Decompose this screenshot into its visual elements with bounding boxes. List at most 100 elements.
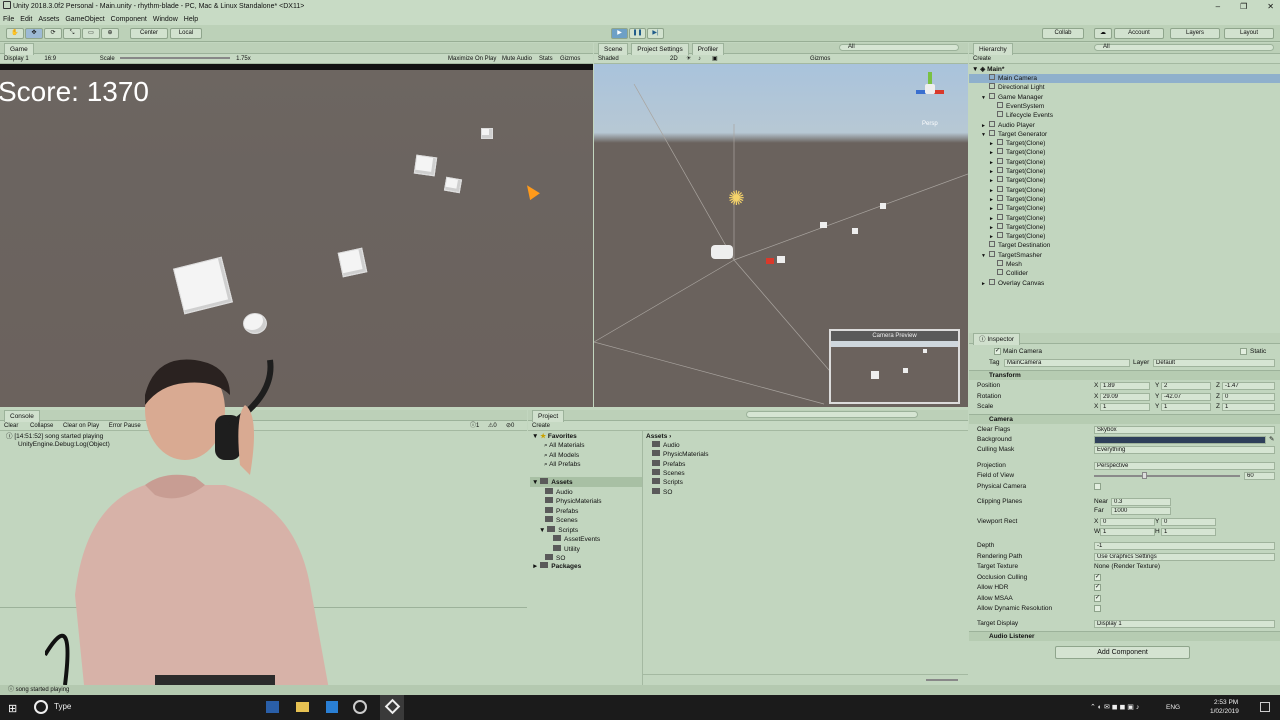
layer-dropdown[interactable]: Default [1153,359,1275,367]
rect-tool-icon[interactable]: ▭ [82,28,100,39]
project-breadcrumb[interactable]: Assets › [646,432,671,441]
scene-root[interactable]: ▼ ◈ Main* [972,65,1004,74]
tag-dropdown[interactable]: MainCamera [1004,359,1130,367]
menu-help[interactable]: Help [184,16,198,23]
taskbar-chrome-icon[interactable] [353,700,367,714]
scene-viewport[interactable]: Persp ✺ Camera Preview [594,64,968,407]
allow-dynamic-resolution-checkbox[interactable] [1094,605,1101,612]
camera-section[interactable]: Camera [969,414,1280,424]
hierarchy-item[interactable]: Directional Light [969,83,1280,92]
game-gizmos-toggle[interactable]: Gizmos [560,54,580,64]
favorite-item[interactable]: ⌕ All Models [544,451,579,460]
lighting-icon[interactable]: ☀ [686,54,691,64]
active-checkbox[interactable]: ✓ [994,348,1001,355]
tray-icons[interactable]: ⌃ ◐ ✉ ◼ ◼ ▣ ♪ [1090,704,1139,712]
project-create-button[interactable]: Create [532,423,550,429]
pivot-center-button[interactable]: Center [130,28,168,39]
scene-search-input[interactable]: All [839,44,959,51]
error-count[interactable]: ⊘0 [506,421,514,431]
taskbar-app-terminal-icon[interactable] [266,701,279,713]
viewport-y-field[interactable]: 0 [1161,518,1216,526]
packages-tree-header[interactable]: ► Packages [532,562,581,571]
clock-time[interactable]: 2:53 PM [1214,699,1238,707]
scale-y-field[interactable]: 1 [1161,403,1211,411]
transform-section[interactable]: Transform [969,370,1280,380]
occlusion-culling-checkbox[interactable]: ✓ [1094,574,1101,581]
projection-dropdown[interactable]: Perspective [1094,462,1275,470]
menu-file[interactable]: File [3,16,14,23]
maximize-on-play-toggle[interactable]: Maximize On Play [448,54,496,64]
hierarchy-item[interactable]: Target Destination [969,241,1280,250]
hierarchy-item[interactable]: EventSystem [969,101,1280,111]
depth-field[interactable]: -1 [1094,542,1275,550]
camera-gizmo-icon[interactable] [711,245,733,259]
pause-button[interactable]: ❚❚ [629,28,646,39]
asset-folder-item[interactable]: PhysicMaterials [652,450,709,459]
audio-icon[interactable]: ♪ [698,54,701,64]
menu-component[interactable]: Component [111,16,147,23]
clock-date[interactable]: 1/02/2019 [1210,708,1239,716]
hierarchy-item[interactable]: Mesh [969,260,1280,269]
favorite-item[interactable]: ⌕ All Materials [544,441,585,450]
expand-arrow-icon[interactable]: ▼ [972,66,978,73]
rotation-z-field[interactable]: 0 [1222,393,1275,401]
fov-slider-thumb[interactable] [1142,472,1147,479]
menu-edit[interactable]: Edit [20,16,32,23]
layers-dropdown[interactable]: Layers [1170,28,1220,39]
shading-dropdown[interactable]: Shaded [598,56,619,62]
scale-x-field[interactable]: 1 [1100,403,1150,411]
asset-folder-item[interactable]: Prefabs [652,459,685,469]
viewport-w-field[interactable]: 1 [1100,528,1155,536]
fov-slider[interactable] [1094,475,1240,477]
asset-folder-item[interactable]: Scripts [652,478,683,487]
layout-dropdown[interactable]: Layout [1224,28,1274,39]
stats-toggle[interactable]: Stats [539,54,553,64]
language-indicator[interactable]: ENG [1166,704,1180,712]
notification-icon[interactable] [1260,702,1270,712]
maximize-icon[interactable]: ❐ [1240,2,1247,11]
move-tool-icon[interactable]: ✥ [25,28,43,39]
culling-mask-dropdown[interactable]: Everything [1094,446,1275,454]
tab-inspector[interactable]: ⓘ Inspector [973,333,1021,345]
aspect-dropdown[interactable]: 16:9 [44,56,56,62]
display-dropdown[interactable]: Display 1 [4,56,29,62]
move-handle-x[interactable] [766,258,774,264]
warning-count[interactable]: ⚠0 [488,421,497,431]
scale-slider[interactable] [120,57,231,59]
2d-toggle[interactable]: 2D [670,54,678,64]
rendering-path-dropdown[interactable]: Use Graphics Settings [1094,553,1275,561]
asset-tree-item[interactable]: PhysicMaterials [545,497,602,506]
tab-profiler[interactable]: Profiler [691,43,725,55]
hand-tool-icon[interactable]: ✋ [6,28,24,39]
asset-tree-item[interactable]: Utility [553,544,580,554]
fov-field[interactable]: 60 [1244,472,1275,480]
far-field[interactable]: 1000 [1111,507,1171,515]
physical-camera-checkbox[interactable] [1094,483,1101,490]
hierarchy-item[interactable]: Lifecycle Events [969,111,1280,120]
menu-window[interactable]: Window [153,16,178,23]
taskbar-file-explorer-icon[interactable] [296,702,309,712]
transform-tool-icon[interactable]: ⊕ [101,28,119,39]
effects-icon[interactable]: ▣ [712,54,718,64]
minimize-icon[interactable]: – [1216,2,1220,11]
log-count[interactable]: ⓘ1 [470,421,479,431]
expand-arrow-icon[interactable]: ► [981,280,989,289]
target-texture-field[interactable]: None (Render Texture) [1094,562,1160,571]
clear-flags-dropdown[interactable]: Skybox [1094,426,1275,434]
audio-listener-section[interactable]: Audio Listener [969,631,1280,641]
position-z-field[interactable]: -1.47 [1222,382,1275,390]
asset-folder-item[interactable]: SO [652,487,672,497]
asset-folder-item[interactable]: Audio [652,441,680,450]
assets-tree-header[interactable]: ▼ Assets [532,478,573,487]
rotation-x-field[interactable]: 29.09 [1100,393,1150,401]
asset-tree-item[interactable]: AssetEvents [553,535,600,544]
scale-z-field[interactable]: 1 [1222,403,1275,411]
windows-start-icon[interactable]: ⊞ [8,702,17,715]
background-color-field[interactable] [1094,436,1266,444]
asset-tree-item[interactable]: ▼ Scripts [539,525,578,535]
menu-gameobject[interactable]: GameObject [65,16,104,23]
pivot-local-button[interactable]: Local [170,28,202,39]
favorite-item[interactable]: ⌕ All Prefabs [544,460,581,469]
icon-size-slider[interactable] [926,679,958,681]
allow-msaa-checkbox[interactable]: ✓ [1094,595,1101,602]
